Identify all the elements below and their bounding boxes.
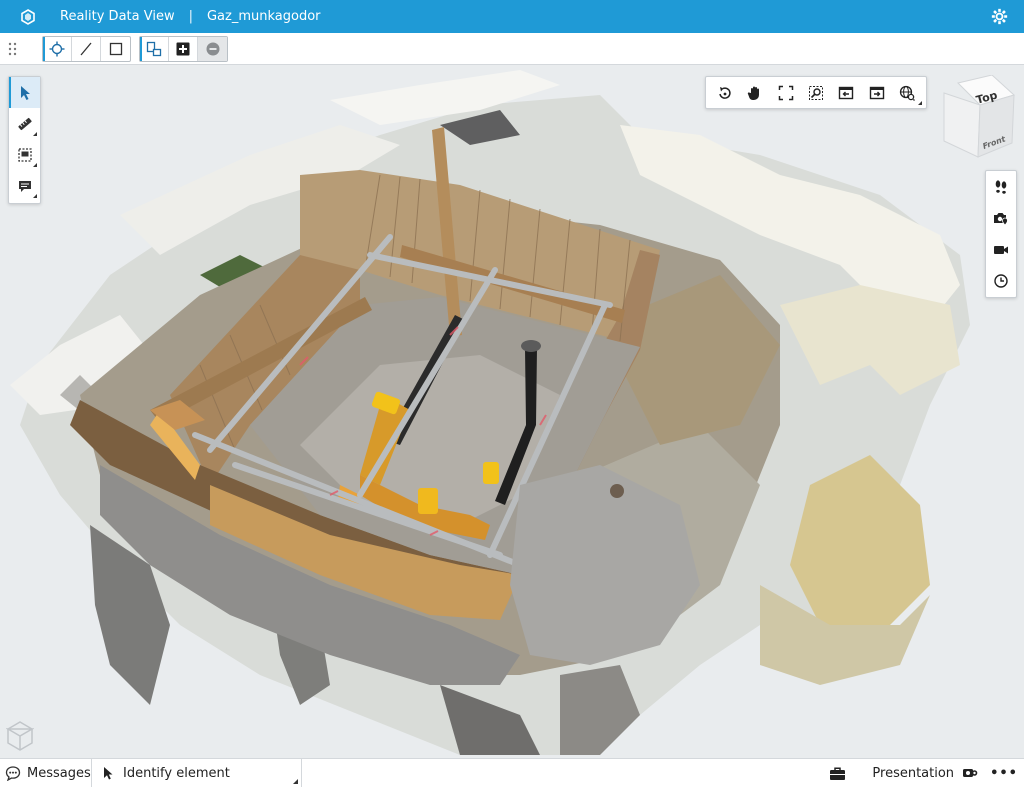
walk-icon (995, 180, 1007, 194)
select-shapes-button[interactable] (140, 36, 169, 61)
document-title: Gaz_munkagodor (206, 9, 321, 24)
gear-icon[interactable] (991, 8, 1008, 25)
pan-icon (748, 86, 760, 100)
pointer-icon (20, 85, 30, 100)
rectangle-button[interactable] (101, 37, 130, 61)
next-view-button[interactable] (865, 81, 889, 105)
select-shapes-icon (146, 41, 162, 56)
drag-grip-icon[interactable] (8, 42, 18, 56)
rotate-icon (719, 86, 731, 99)
pointer-tool[interactable] (9, 77, 40, 108)
left-tool-panel (8, 76, 41, 204)
remove-icon (206, 42, 219, 55)
fit-view-button[interactable] (774, 81, 798, 105)
snap-tool-group (42, 35, 131, 62)
product-watermark-icon (6, 721, 34, 751)
measure-tool[interactable] (9, 108, 40, 139)
next-view-icon (869, 86, 884, 99)
globe-icon (899, 85, 915, 101)
camera-location-icon (994, 213, 1008, 226)
status-right-group: Presentation ••• (829, 759, 1024, 787)
globe-button[interactable] (895, 81, 922, 105)
line-button[interactable] (72, 36, 101, 61)
measure-icon (17, 117, 32, 130)
app-title: Reality Data View (60, 9, 175, 24)
edit-tool-group (139, 35, 228, 62)
messages-button[interactable]: Messages (0, 759, 92, 787)
identify-element-button[interactable]: Identify element (92, 759, 302, 787)
more-options-button[interactable]: ••• (990, 766, 1018, 781)
main-toolbar (0, 33, 1024, 65)
rotate-button[interactable] (713, 81, 737, 105)
fit-view-icon (778, 85, 793, 100)
remove-button[interactable] (198, 36, 227, 61)
briefcase-icon[interactable] (829, 766, 846, 781)
camera-location-button[interactable] (986, 203, 1016, 235)
right-tool-panel (985, 170, 1017, 298)
messages-label: Messages (27, 765, 91, 781)
section-box-tool[interactable] (9, 139, 40, 170)
presentation-label[interactable]: Presentation (872, 766, 954, 781)
comment-tool[interactable] (9, 170, 40, 201)
line-icon (80, 42, 92, 55)
section-box-icon (17, 147, 32, 162)
viewport-3d[interactable]: Top Front (0, 65, 1024, 758)
video-camera-button[interactable] (986, 234, 1016, 266)
video-camera-icon (994, 245, 1008, 254)
cursor-icon (104, 767, 113, 780)
presentation-camera-icon[interactable] (962, 766, 978, 780)
previous-view-icon (839, 86, 854, 99)
status-bar: Messages Identify element Presentation •… (0, 758, 1024, 787)
history-icon (994, 274, 1008, 288)
comment-icon (18, 180, 31, 192)
history-button[interactable] (986, 266, 1016, 298)
pan-button[interactable] (743, 81, 767, 105)
navigation-toolbar (705, 76, 927, 109)
reality-mesh-scene[interactable] (0, 65, 1024, 758)
hexagon-logo-icon[interactable] (20, 8, 36, 25)
previous-view-button[interactable] (834, 81, 858, 105)
view-cube[interactable]: Top Front (936, 75, 1016, 165)
snap-point-button[interactable] (43, 36, 72, 61)
walk-button[interactable] (986, 171, 1016, 203)
zoom-window-button[interactable] (804, 81, 828, 105)
title-bar: Reality Data View | Gaz_munkagodor (0, 0, 1024, 33)
add-icon (176, 42, 190, 55)
zoom-window-icon (808, 85, 823, 100)
identify-element-label: Identify element (123, 765, 230, 781)
snap-point-icon (49, 41, 65, 56)
add-button[interactable] (169, 36, 198, 61)
rectangle-icon (109, 42, 122, 55)
title-separator: | (188, 9, 193, 24)
speech-bubble-icon (5, 766, 21, 781)
